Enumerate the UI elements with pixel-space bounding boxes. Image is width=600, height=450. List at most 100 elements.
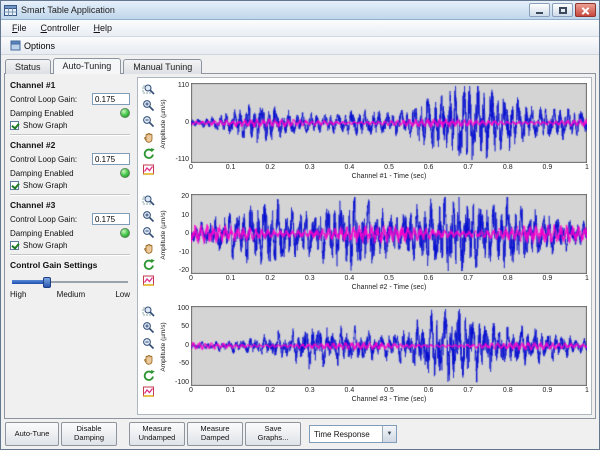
- x-tick-label: 0.4: [339, 387, 359, 394]
- application-window: Smart Table Application File Controller …: [0, 0, 600, 450]
- show-graph-checkbox-3[interactable]: [10, 241, 19, 250]
- channel-1-waveform-canvas[interactable]: [191, 83, 587, 163]
- plot-properties-icon[interactable]: [141, 162, 155, 176]
- pan-icon[interactable]: [141, 130, 155, 144]
- x-tick-label: 0.7: [458, 387, 478, 394]
- maximize-button[interactable]: [552, 3, 573, 17]
- zoom-in-icon[interactable]: [141, 98, 155, 112]
- x-tick-label: 0: [181, 164, 201, 171]
- gain-label: Control Loop Gain:: [10, 95, 77, 104]
- damping-status-led: [120, 228, 130, 238]
- zoom-in-icon[interactable]: [141, 321, 155, 335]
- plot-properties-icon[interactable]: [141, 273, 155, 287]
- control-gain-slider[interactable]: [12, 276, 128, 288]
- separator: [10, 254, 130, 256]
- title-bar[interactable]: Smart Table Application: [1, 1, 599, 20]
- maximize-icon: [559, 7, 567, 14]
- menu-file[interactable]: File: [5, 21, 34, 35]
- chart-2-toolbar: [139, 190, 157, 301]
- options-icon: [10, 40, 21, 51]
- save-graphs-button[interactable]: Save Graphs...: [245, 422, 301, 446]
- pan-icon[interactable]: [141, 353, 155, 367]
- channel-3-waveform-canvas[interactable]: [191, 306, 587, 386]
- show-graph-checkbox-1[interactable]: [10, 121, 19, 130]
- x-tick-label: 0.8: [498, 275, 518, 282]
- gain-input-1[interactable]: [92, 93, 130, 105]
- x-tick-label: 0.2: [260, 387, 280, 394]
- tab-auto-tuning[interactable]: Auto-Tuning: [53, 58, 122, 74]
- zoom-region-icon[interactable]: [141, 305, 155, 319]
- y-tick-label: 10: [161, 212, 189, 219]
- damping-label: Damping Enabled: [10, 229, 74, 238]
- disable-damping-button[interactable]: Disable Damping: [61, 422, 117, 446]
- response-type-dropdown[interactable]: Time Response ▼: [309, 425, 397, 443]
- y-tick-label: -110: [161, 156, 189, 163]
- channel-1-section: Channel #1 Control Loop Gain: Damping En…: [10, 80, 130, 130]
- sidebar: Channel #1 Control Loop Gain: Damping En…: [8, 77, 134, 415]
- window-title: Smart Table Application: [21, 5, 527, 15]
- x-tick-label: 0.4: [339, 275, 359, 282]
- reset-icon[interactable]: [141, 257, 155, 271]
- separator: [10, 194, 130, 196]
- channel-title: Channel #3: [10, 200, 130, 210]
- minimize-button[interactable]: [529, 3, 550, 17]
- chart-3-toolbar: [139, 302, 157, 413]
- x-axis-label: Channel #1 - Time (sec): [191, 173, 587, 180]
- x-tick-label: 0.8: [498, 164, 518, 171]
- x-tick-label: 0.1: [221, 387, 241, 394]
- x-tick-label: 0.2: [260, 275, 280, 282]
- y-tick-label: 0: [161, 119, 189, 126]
- gain-input-2[interactable]: [92, 153, 130, 165]
- x-tick-label: 0.4: [339, 164, 359, 171]
- auto-tuning-panel: Channel #1 Control Loop Gain: Damping En…: [4, 73, 596, 419]
- menu-bar: File Controller Help: [1, 20, 599, 37]
- x-tick-label: 0.3: [300, 387, 320, 394]
- y-tick-label: 20: [161, 193, 189, 200]
- x-tick-label: 0.2: [260, 164, 280, 171]
- tab-status[interactable]: Status: [5, 59, 51, 74]
- x-tick-label: 0.6: [419, 164, 439, 171]
- zoom-out-icon[interactable]: [141, 225, 155, 239]
- channel-title: Channel #2: [10, 140, 130, 150]
- x-tick-label: 1: [577, 387, 597, 394]
- show-graph-checkbox-2[interactable]: [10, 181, 19, 190]
- reset-icon[interactable]: [141, 369, 155, 383]
- measure-damped-button[interactable]: Measure Damped: [187, 422, 243, 446]
- close-icon: [581, 6, 590, 15]
- zoom-out-icon[interactable]: [141, 114, 155, 128]
- x-tick-label: 0.5: [379, 275, 399, 282]
- show-graph-label: Show Graph: [23, 181, 67, 190]
- plot-properties-icon[interactable]: [141, 385, 155, 399]
- y-tick-label: -100: [161, 379, 189, 386]
- auto-tune-button[interactable]: Auto-Tune: [5, 422, 59, 446]
- x-tick-label: 0: [181, 275, 201, 282]
- pan-icon[interactable]: [141, 241, 155, 255]
- slider-thumb[interactable]: [43, 277, 51, 288]
- slider-labels: High Medium Low: [10, 290, 130, 299]
- channel-title: Channel #1: [10, 80, 130, 90]
- response-type-value: Time Response: [310, 426, 382, 442]
- menu-controller[interactable]: Controller: [34, 21, 87, 35]
- x-tick-label: 1: [577, 275, 597, 282]
- x-tick-label: 0.7: [458, 275, 478, 282]
- options-button[interactable]: Options: [6, 38, 62, 53]
- channel-2-waveform-canvas[interactable]: [191, 194, 587, 274]
- zoom-region-icon[interactable]: [141, 82, 155, 96]
- chevron-down-icon[interactable]: ▼: [382, 426, 396, 442]
- measure-undamped-button[interactable]: Measure Undamped: [129, 422, 185, 446]
- damping-label: Damping Enabled: [10, 169, 74, 178]
- reset-icon[interactable]: [141, 146, 155, 160]
- gain-label: Control Loop Gain:: [10, 215, 77, 224]
- charts-area: Amplitude (µm/s) Channel #1 - Time (sec)…: [137, 77, 592, 415]
- menu-help[interactable]: Help: [87, 21, 120, 35]
- close-button[interactable]: [575, 3, 596, 17]
- x-tick-label: 0.1: [221, 164, 241, 171]
- zoom-out-icon[interactable]: [141, 337, 155, 351]
- zoom-region-icon[interactable]: [141, 193, 155, 207]
- x-tick-label: 0.1: [221, 275, 241, 282]
- tab-manual-tuning[interactable]: Manual Tuning: [123, 59, 202, 74]
- gain-input-3[interactable]: [92, 213, 130, 225]
- y-tick-label: 0: [161, 342, 189, 349]
- y-tick-label: -20: [161, 267, 189, 274]
- zoom-in-icon[interactable]: [141, 209, 155, 223]
